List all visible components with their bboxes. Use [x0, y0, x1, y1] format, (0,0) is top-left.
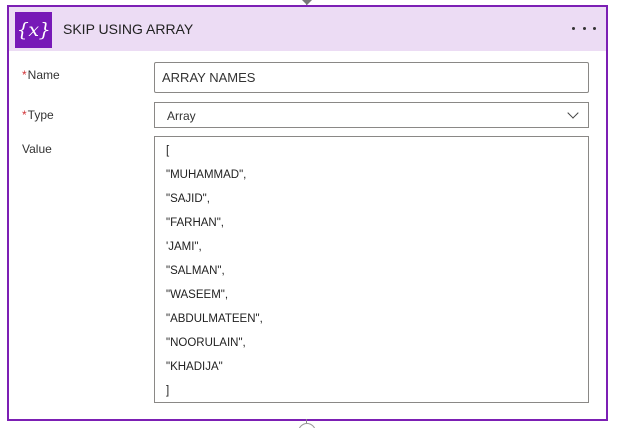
card-title[interactable]: SKIP USING ARRAY	[63, 21, 193, 37]
required-mark: *	[22, 108, 27, 122]
variable-icon-glyph: {x}	[16, 19, 51, 41]
name-label: *Name	[22, 68, 60, 82]
more-options-icon[interactable]	[572, 18, 596, 38]
add-step-icon[interactable]	[298, 423, 316, 428]
action-card[interactable]: {x} SKIP USING ARRAY *Name *Type Array V…	[7, 5, 608, 421]
type-dropdown[interactable]: Array	[154, 102, 589, 128]
name-label-text: Name	[27, 68, 60, 82]
card-header[interactable]: {x} SKIP USING ARRAY	[9, 7, 606, 51]
value-line: 'JAMI",	[166, 241, 202, 253]
value-line: "KHADIJA"	[166, 361, 223, 373]
value-line: [	[166, 145, 170, 157]
value-line: "SALMAN",	[166, 265, 225, 277]
value-line: "WASEEM",	[166, 289, 229, 301]
name-input[interactable]	[162, 64, 582, 91]
value-lines: [ "MUHAMMAD", "SAJID", "FARHAN", 'JAMI",…	[166, 144, 263, 408]
type-selected-value: Array	[167, 109, 196, 123]
value-line: "MUHAMMAD",	[166, 169, 247, 181]
chevron-down-icon[interactable]	[567, 107, 579, 119]
value-textarea[interactable]: [ "MUHAMMAD", "SAJID", "FARHAN", 'JAMI",…	[154, 136, 589, 403]
value-line: "ABDULMATEEN",	[166, 313, 263, 325]
name-field[interactable]	[154, 62, 589, 93]
value-line: ]	[166, 385, 170, 397]
variable-icon: {x}	[15, 12, 52, 48]
value-line: "NOORULAIN",	[166, 337, 246, 349]
value-line: "SAJID",	[166, 193, 210, 205]
value-label: Value	[22, 142, 52, 156]
type-label: *Type	[22, 108, 54, 122]
value-line: "FARHAN",	[166, 217, 225, 229]
required-mark: *	[22, 68, 27, 82]
type-label-text: Type	[27, 108, 54, 122]
canvas: {x} SKIP USING ARRAY *Name *Type Array V…	[0, 0, 617, 428]
